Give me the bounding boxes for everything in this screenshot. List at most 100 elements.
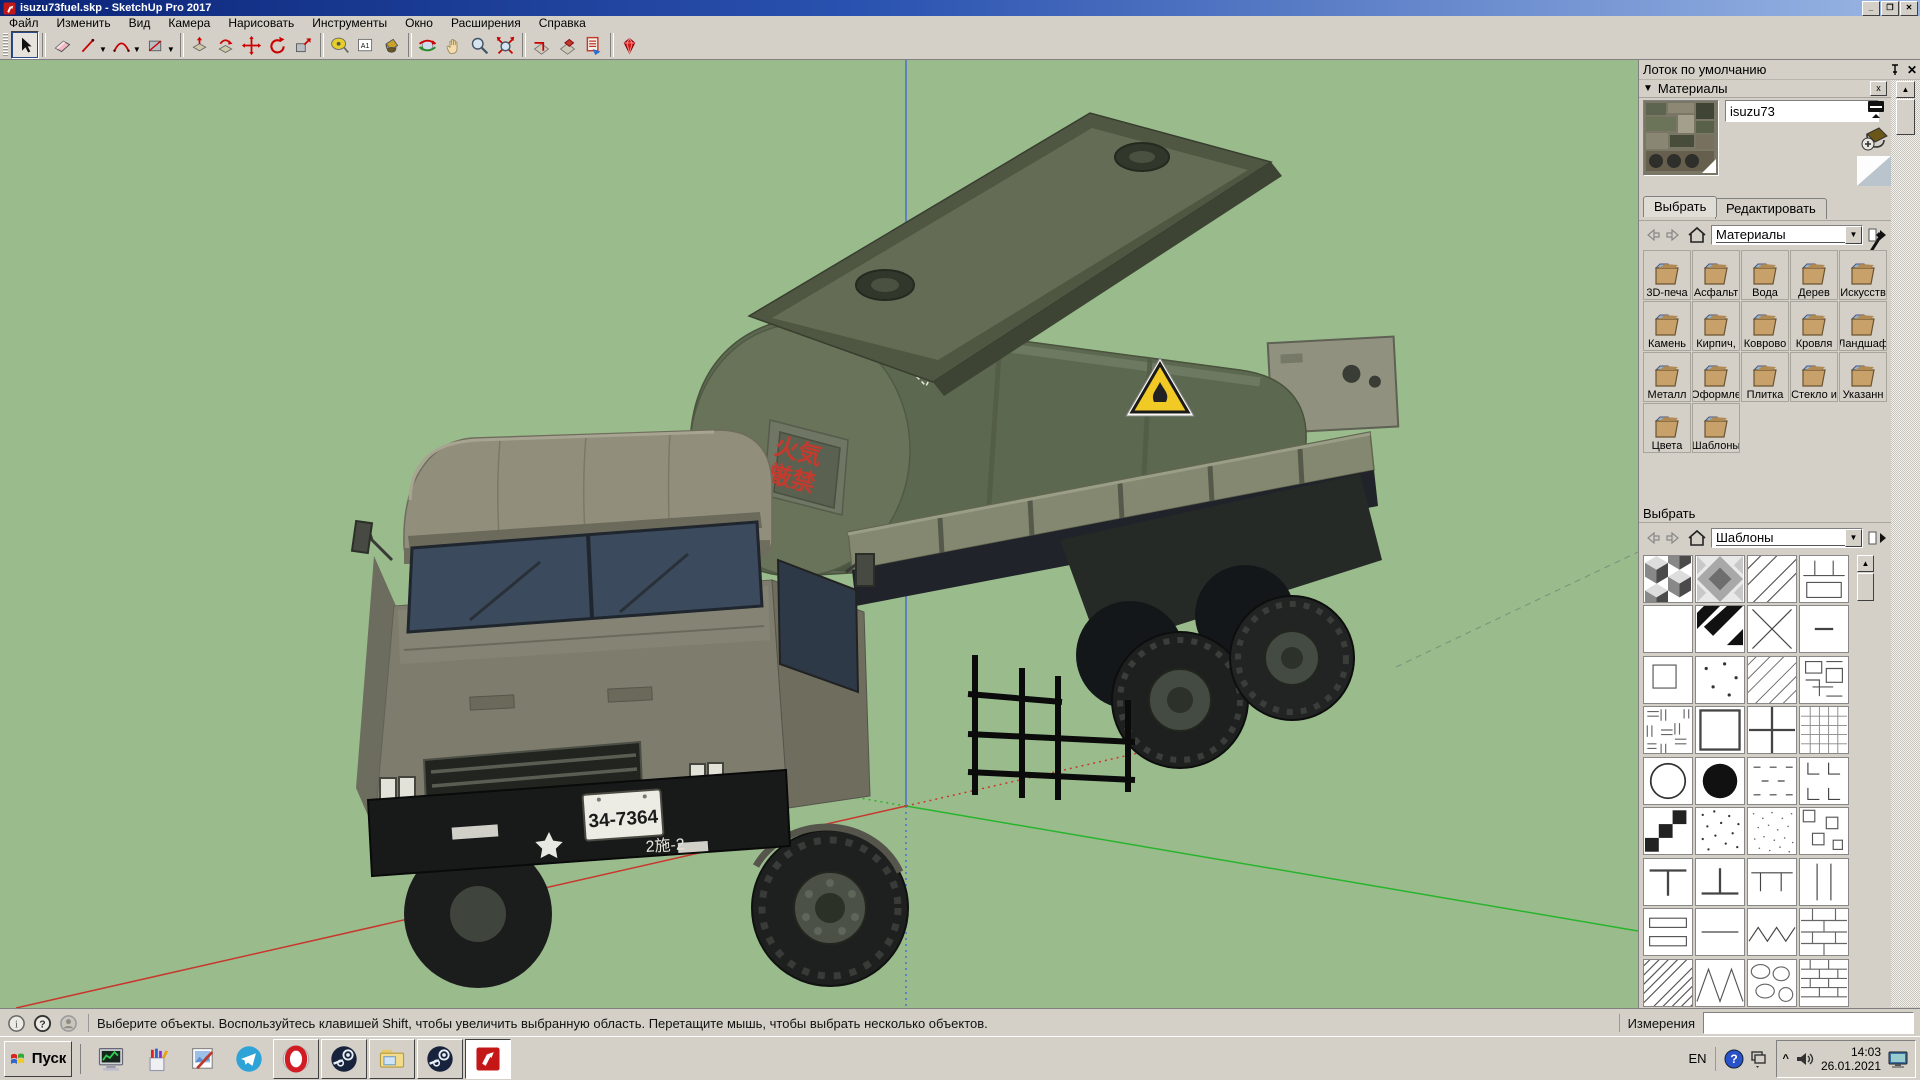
pattern-swatch-triangle-peaks[interactable] (1695, 959, 1745, 1007)
create-material-icon[interactable] (1861, 126, 1889, 152)
material-folder-13[interactable]: Стекло и (1790, 352, 1838, 402)
material-folder-8[interactable]: Кровля (1790, 301, 1838, 351)
pattern-swatch-tee-down[interactable] (1643, 858, 1693, 906)
material-folder-7[interactable]: Коврово (1741, 301, 1789, 351)
maximize-button[interactable]: ❐ (1881, 1, 1899, 16)
claim-circle-icon[interactable]: ? (33, 1014, 52, 1033)
arc-tool-button[interactable] (109, 32, 135, 58)
taskbar-app-steam-2[interactable] (417, 1039, 463, 1079)
text-tool-button[interactable]: A1 (353, 32, 379, 58)
patterns-details-arrow-icon[interactable] (1867, 529, 1887, 547)
info-circle-icon[interactable]: i (7, 1014, 26, 1033)
rotate-tool-button[interactable] (265, 32, 291, 58)
section-export-tool-button[interactable] (581, 32, 607, 58)
help-tray-icon[interactable]: ? (1724, 1049, 1744, 1069)
material-folder-10[interactable]: Металл (1643, 352, 1691, 402)
patterns-home-icon[interactable] (1687, 529, 1707, 547)
pattern-swatch-dense-hatch[interactable] (1643, 959, 1693, 1007)
material-folder-12[interactable]: Плитка (1741, 352, 1789, 402)
patterns-collection-dropdown[interactable]: Шаблоны ▼ (1711, 528, 1863, 548)
material-folder-14[interactable]: Указанн (1839, 352, 1887, 402)
minimize-button[interactable]: _ (1862, 1, 1880, 16)
details-arrow-icon[interactable] (1867, 226, 1887, 244)
zoom-tool-button[interactable] (467, 32, 493, 58)
tape-measure-tool-button[interactable] (327, 32, 353, 58)
tab-edit[interactable]: Редактировать (1715, 198, 1827, 219)
hidden-icons-chevron[interactable]: ^ (1783, 1053, 1789, 1065)
menu-tools[interactable]: Инструменты (303, 16, 396, 31)
menu-view[interactable]: Вид (120, 16, 160, 31)
pan-tool-button[interactable] (441, 32, 467, 58)
pattern-swatch-offset-squares[interactable] (1799, 807, 1849, 855)
materials-section-header[interactable]: ▼ Материалы x (1639, 80, 1891, 98)
default-material-swatch[interactable] (1857, 156, 1891, 186)
pattern-swatch-speckle[interactable] (1695, 807, 1745, 855)
close-button[interactable]: ✕ (1900, 1, 1918, 16)
pattern-swatch-cross-grid[interactable] (1747, 706, 1797, 754)
pattern-scroll-up-icon[interactable]: ▲ (1857, 555, 1874, 572)
pattern-swatch-diagonal-lines[interactable] (1747, 555, 1797, 603)
pattern-swatch-fine-speckle[interactable] (1747, 807, 1797, 855)
eraser-tool-button[interactable] (49, 32, 75, 58)
scale-tool-button[interactable] (291, 32, 317, 58)
pattern-swatch-tee-up[interactable] (1695, 858, 1745, 906)
select-tool-button[interactable] (11, 31, 39, 59)
pattern-swatch-blank[interactable] (1643, 605, 1693, 653)
orbit-tool-button[interactable] (415, 32, 441, 58)
pattern-swatch-tee-posts[interactable] (1799, 555, 1849, 603)
taskbar-app-stationery-cup[interactable] (135, 1040, 179, 1078)
paint-bucket-tool-button[interactable] (379, 32, 405, 58)
pattern-swatch-stacked-brick[interactable] (1799, 959, 1849, 1007)
back-arrow-icon[interactable] (1643, 227, 1661, 243)
zoom-extents-tool-button[interactable] (493, 32, 519, 58)
pattern-swatch-center-dash[interactable] (1799, 605, 1849, 653)
section-display-tool-button[interactable] (555, 32, 581, 58)
pattern-swatch-brick[interactable] (1799, 908, 1849, 956)
pattern-swatch-cobblestone[interactable] (1747, 959, 1797, 1007)
tray-scroll-thumb[interactable] (1896, 99, 1915, 135)
taskbar-app-sketchup[interactable] (465, 1039, 511, 1079)
clock[interactable]: 14:03 26.01.2021 (1821, 1045, 1881, 1073)
tab-select[interactable]: Выбрать (1643, 196, 1717, 217)
pattern-swatch-horizontal-line[interactable] (1695, 908, 1745, 956)
pattern-swatch-dense-grid[interactable] (1799, 706, 1849, 754)
follow-me-tool-button[interactable] (213, 32, 239, 58)
patterns-back-arrow-icon[interactable] (1643, 530, 1661, 546)
truck-model[interactable]: 火気 厳禁 (352, 113, 1398, 988)
pattern-swatch-diagonal-cross[interactable] (1747, 605, 1797, 653)
menu-edit[interactable]: Изменить (48, 16, 120, 31)
pattern-swatch-diagonal-checker-bold[interactable] (1695, 605, 1745, 653)
menu-file[interactable]: Файл (0, 16, 48, 31)
section-plane-tool-button[interactable] (529, 32, 555, 58)
menu-help[interactable]: Справка (530, 16, 595, 31)
material-folder-1[interactable]: Асфальт (1692, 250, 1740, 300)
pattern-swatch-circle-outline[interactable] (1643, 757, 1693, 805)
pattern-swatch-cubes-3d[interactable] (1643, 555, 1693, 603)
pattern-swatch-circle-filled[interactable] (1695, 757, 1745, 805)
material-folder-9[interactable]: Ландшаф (1839, 301, 1887, 351)
material-folder-5[interactable]: Камень (1643, 301, 1691, 351)
push-pull-tool-button[interactable] (187, 32, 213, 58)
taskbar-app-image-editor[interactable] (181, 1040, 225, 1078)
material-folder-3[interactable]: Дерев (1790, 250, 1838, 300)
materials-collection-dropdown[interactable]: Материалы ▼ (1711, 225, 1863, 245)
pattern-swatch-tick-rows[interactable] (1747, 757, 1797, 805)
taskbar-app-telegram[interactable] (227, 1040, 271, 1078)
material-preview-thumbnail[interactable] (1643, 100, 1719, 176)
material-folder-11[interactable]: Оформле (1692, 352, 1740, 402)
toolbar-grip[interactable] (3, 33, 8, 57)
secondary-pane-toggle-icon[interactable] (1865, 100, 1887, 120)
material-folder-4[interactable]: Искусств (1839, 250, 1887, 300)
menu-camera[interactable]: Камера (159, 16, 219, 31)
measurements-input[interactable] (1703, 1012, 1914, 1034)
rectangle-tool-button[interactable] (143, 32, 169, 58)
material-folder-16[interactable]: Шаблоны (1692, 403, 1740, 453)
taskbar-app-file-manager[interactable] (369, 1039, 415, 1079)
move-tool-button[interactable] (239, 32, 265, 58)
viewport-3d[interactable]: 火気 厳禁 (0, 60, 1638, 1008)
pattern-swatch-corner-square[interactable] (1643, 656, 1693, 704)
material-folder-0[interactable]: 3D-печа (1643, 250, 1691, 300)
materials-close-icon[interactable]: x (1870, 81, 1887, 96)
pattern-scrollbar[interactable]: ▲ (1857, 555, 1874, 625)
pattern-swatch-sparse-dots[interactable] (1695, 656, 1745, 704)
